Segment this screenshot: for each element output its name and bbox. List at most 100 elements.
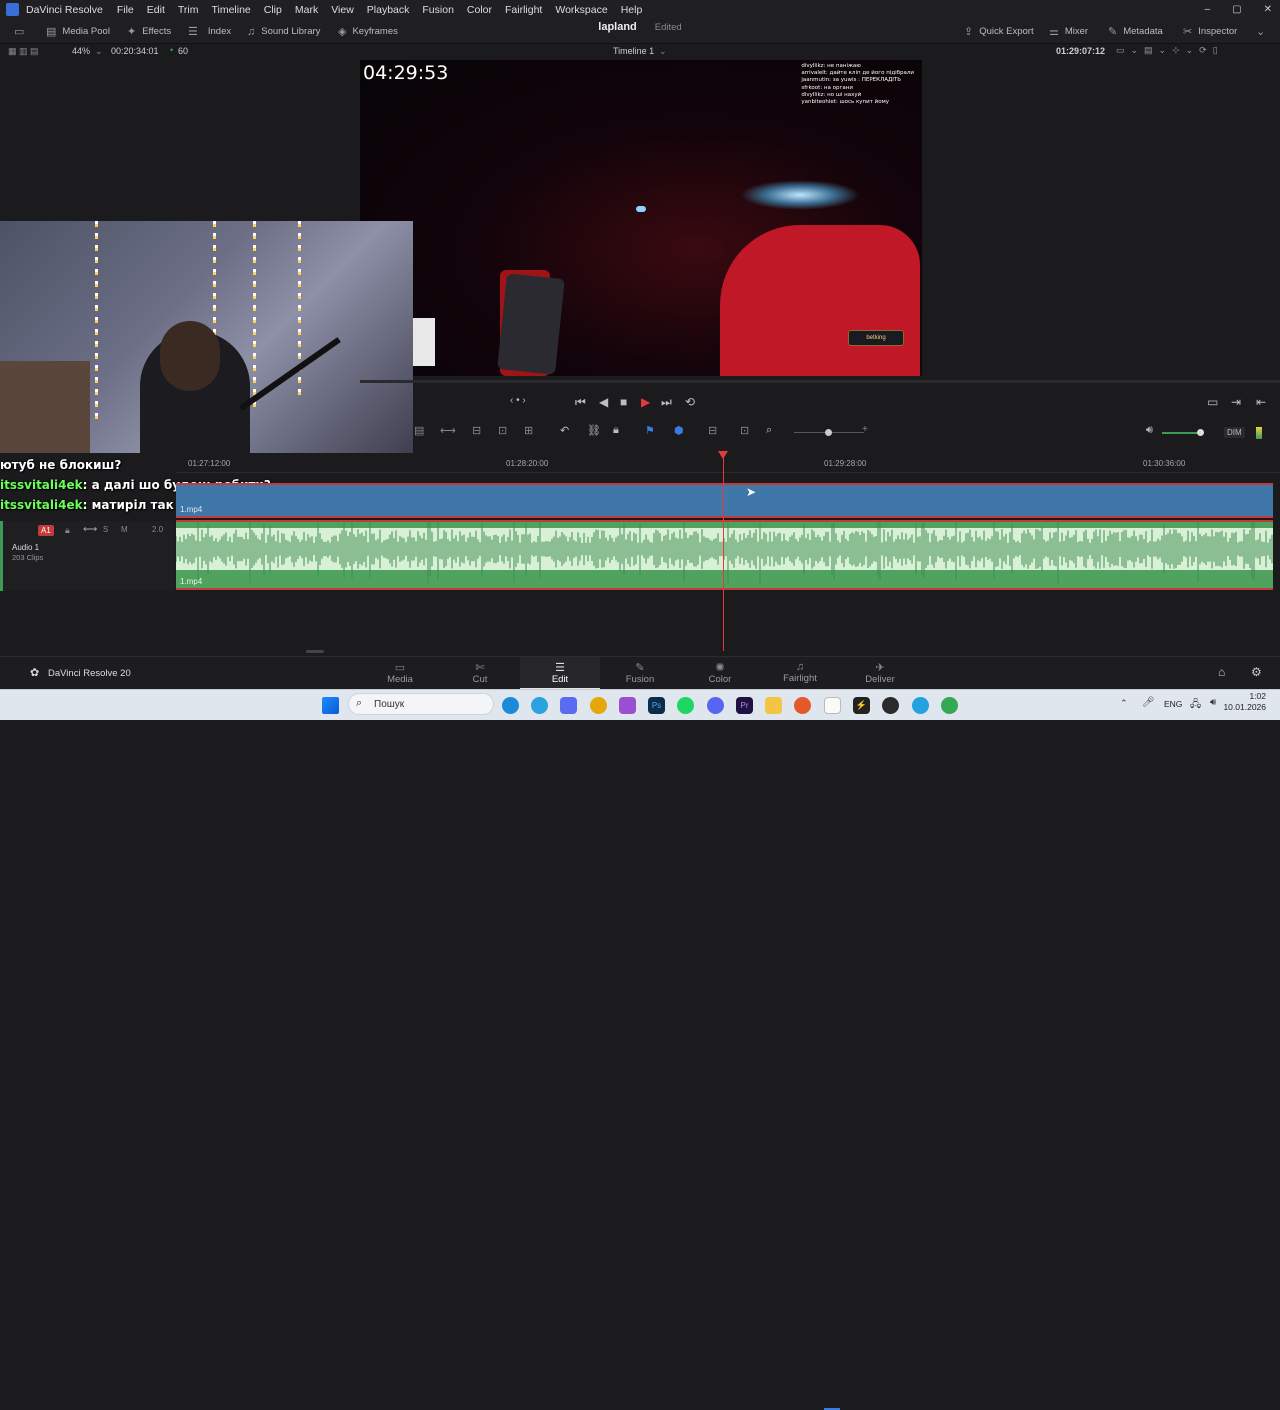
chevron-down-icon[interactable]: ⌄	[95, 46, 103, 57]
video-clip[interactable]: 1.mp4	[176, 483, 1273, 518]
menu-help[interactable]: Help	[621, 4, 643, 16]
prev-edit-icon[interactable]: ⇤	[1256, 395, 1266, 409]
notepad-icon[interactable]	[824, 697, 841, 714]
edge-icon[interactable]	[502, 697, 519, 714]
volume-slider[interactable]	[1162, 432, 1200, 434]
zoom-detail-icon[interactable]: ⊡	[740, 424, 749, 437]
home-icon[interactable]: ⌂	[1218, 665, 1225, 679]
language-indicator[interactable]: ENG	[1164, 699, 1182, 709]
page-deliver[interactable]: ✈ Deliver	[840, 657, 920, 690]
viewer-options-icon[interactable]: ▭⌄▤⌄⊹⌄⟳▯	[1116, 45, 1224, 56]
snapping-icon[interactable]: ↶	[560, 424, 569, 437]
taskbar-search[interactable]: ⌕ Пошук	[348, 693, 494, 715]
menu-fusion[interactable]: Fusion	[422, 4, 454, 16]
playhead[interactable]	[723, 451, 724, 651]
audio-track-name[interactable]: Audio 1	[12, 543, 39, 552]
clock[interactable]: 1:02 10.01.2026	[1223, 691, 1266, 713]
audio-meter	[1256, 427, 1262, 439]
viewer-layout-icon[interactable]: ▦ ▥ ▤	[8, 46, 39, 57]
stop-icon[interactable]: ■	[620, 395, 627, 409]
overwrite-icon[interactable]: ⊡	[498, 424, 507, 437]
trim-icon[interactable]: ▤	[414, 424, 424, 437]
zoom-custom-icon[interactable]: ⌕	[766, 424, 772, 437]
page-media[interactable]: ▭ Media	[360, 657, 440, 690]
page-fusion[interactable]: ✎ Fusion	[600, 657, 680, 690]
timeline-viewer[interactable]: 04:29:53 divyllikz: не паніжаю arrivalel…	[360, 60, 922, 376]
loop-icon[interactable]: ⟲	[685, 395, 695, 409]
bolt-app-icon[interactable]: ⚡	[853, 697, 870, 714]
menu-trim[interactable]: Trim	[178, 4, 199, 16]
lock-icon[interactable]: 🔒︎	[65, 525, 70, 536]
title-bar: DaVinci Resolve File Edit Trim Timeline …	[0, 0, 1280, 19]
page-color[interactable]: ✺ Color	[680, 657, 760, 690]
timeline-scrollbar[interactable]	[306, 650, 324, 653]
menu-color[interactable]: Color	[467, 4, 492, 16]
next-edit-icon[interactable]: ⇥	[1231, 395, 1241, 409]
audio-clip[interactable]: 1.mp4	[176, 520, 1273, 590]
zoom-full-icon[interactable]: ⊟	[708, 424, 717, 437]
play-icon[interactable]: ▶	[641, 395, 650, 409]
marker-icon[interactable]: ⬢	[674, 424, 684, 437]
windows-start-icon[interactable]	[322, 697, 339, 714]
chrome-alt-icon[interactable]	[941, 697, 958, 714]
dynamic-trim-icon[interactable]: ⟷	[440, 424, 456, 437]
copilot-icon[interactable]	[560, 697, 577, 714]
discord-icon[interactable]	[707, 697, 724, 714]
auto-select-icon[interactable]: ⟷	[83, 524, 97, 535]
chevron-down-icon[interactable]: ⌄	[659, 46, 667, 57]
telegram-icon[interactable]	[531, 697, 548, 714]
spotify-icon[interactable]	[677, 697, 694, 714]
track-id-badge[interactable]: A1	[38, 525, 54, 536]
menu-playback[interactable]: Playback	[367, 4, 410, 16]
solo-button[interactable]: S	[103, 525, 108, 534]
timeline-name[interactable]: Timeline 1	[613, 46, 654, 56]
play-reverse-icon[interactable]: ◀	[599, 395, 608, 409]
photoshop-icon[interactable]: Ps	[648, 697, 665, 714]
menu-edit[interactable]: Edit	[147, 4, 165, 16]
zoom-in-icon[interactable]: +	[862, 424, 868, 435]
insert-icon[interactable]: ⊟	[472, 424, 481, 437]
menu-fairlight[interactable]: Fairlight	[505, 4, 542, 16]
firefox-icon[interactable]	[794, 697, 811, 714]
volume-icon[interactable]: 🔊︎	[1146, 424, 1153, 437]
menu-clip[interactable]: Clip	[264, 4, 282, 16]
mute-button[interactable]: M	[121, 525, 128, 534]
speaker-icon[interactable]: 🔊︎	[1210, 697, 1216, 708]
telegram-alt-icon[interactable]	[912, 697, 929, 714]
lock-icon[interactable]: 🔒︎	[613, 424, 619, 437]
microphone-icon[interactable]: 🎤︎	[1142, 697, 1155, 708]
menu-timeline[interactable]: Timeline	[211, 4, 250, 16]
page-edit[interactable]: ☰ Edit	[520, 657, 600, 690]
replace-icon[interactable]: ⊞	[524, 424, 533, 437]
settings-gear-icon[interactable]: ⚙	[1251, 665, 1262, 679]
menu-file[interactable]: File	[117, 4, 134, 16]
link-icon[interactable]: ⛓	[587, 424, 601, 437]
timeline-empty-area[interactable]	[176, 592, 1280, 653]
zoom-slider-handle[interactable]	[825, 429, 832, 436]
obs-icon[interactable]	[882, 697, 899, 714]
flag-icon[interactable]: ⚑	[645, 424, 655, 437]
menu-mark[interactable]: Mark	[295, 4, 318, 16]
timeline-ruler[interactable]: 01:27:12:00 01:28:20:00 01:29:28:00 01:3…	[176, 455, 1280, 473]
go-to-start-icon[interactable]: ⏮	[575, 395, 586, 410]
volume-slider-handle[interactable]	[1197, 429, 1204, 436]
menu-view[interactable]: View	[331, 4, 354, 16]
dim-button[interactable]: DIM	[1224, 427, 1245, 438]
jog-icon[interactable]: ‹ • ›	[510, 395, 526, 406]
premiere-icon[interactable]: Pr	[736, 697, 753, 714]
match-frame-icon[interactable]: ▭	[1207, 395, 1218, 409]
go-to-end-icon[interactable]: ⏭	[661, 395, 672, 410]
file-explorer-icon[interactable]	[765, 697, 782, 714]
network-icon[interactable]: 🖧︎	[1190, 697, 1201, 714]
tray-chevron-icon[interactable]: ⌃	[1120, 698, 1128, 709]
chrome-icon[interactable]	[590, 697, 607, 714]
page-cut[interactable]: ✄ Cut	[440, 657, 520, 690]
menu-workspace[interactable]: Workspace	[555, 4, 607, 16]
viewer-scrub-bar[interactable]	[360, 380, 1280, 383]
app-icon[interactable]	[619, 697, 636, 714]
close-icon[interactable]: ✕	[1264, 0, 1272, 19]
page-fairlight[interactable]: ♫ Fairlight	[760, 657, 840, 690]
maximize-icon[interactable]: ▢	[1232, 0, 1241, 19]
minimize-icon[interactable]: –	[1205, 0, 1211, 19]
zoom-select[interactable]: 44%	[72, 46, 90, 56]
